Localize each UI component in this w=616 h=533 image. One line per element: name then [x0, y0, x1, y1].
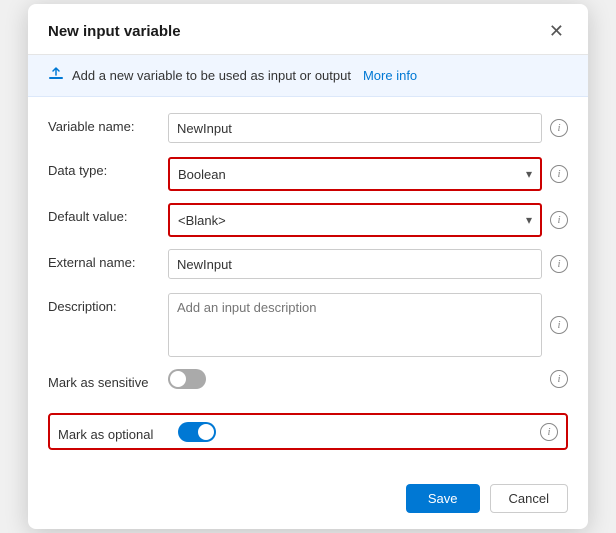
description-control: i [168, 293, 568, 357]
cancel-button[interactable]: Cancel [490, 484, 568, 513]
data-type-select-wrapper: Boolean Text Integer Float DateTime List… [168, 157, 542, 191]
data-type-control: Boolean Text Integer Float DateTime List… [168, 157, 568, 191]
mark-sensitive-toggle[interactable] [168, 369, 206, 389]
mark-sensitive-info-icon: i [550, 370, 568, 388]
info-banner: Add a new variable to be used as input o… [28, 55, 588, 97]
dialog-title: New input variable [48, 23, 181, 40]
external-name-info-icon: i [550, 255, 568, 273]
default-value-label: Default value: [48, 203, 168, 224]
default-value-control: <Blank> True False ▾ i [168, 203, 568, 237]
mark-optional-info-icon: i [540, 423, 558, 441]
default-value-info-icon: i [550, 211, 568, 229]
dialog-footer: Save Cancel [28, 474, 588, 529]
external-name-control: i [168, 249, 568, 279]
external-name-label: External name: [48, 249, 168, 270]
data-type-label: Data type: [48, 157, 168, 178]
description-row: Description: i [48, 293, 568, 357]
dialog-header: New input variable ✕ [28, 4, 588, 55]
external-name-row: External name: i [48, 249, 568, 281]
mark-sensitive-row: Mark as sensitive i [48, 369, 568, 401]
mark-optional-control: i [178, 422, 558, 442]
description-label: Description: [48, 293, 168, 314]
external-name-input[interactable] [168, 249, 542, 279]
dialog-body: Variable name: i Data type: Boolean Text… [28, 97, 588, 474]
description-textarea[interactable] [168, 293, 542, 357]
mark-optional-row: Mark as optional i [48, 413, 568, 450]
mark-optional-toggle[interactable] [178, 422, 216, 442]
optional-toggle-thumb [198, 424, 214, 440]
variable-name-label: Variable name: [48, 113, 168, 134]
toggle-thumb [170, 371, 186, 387]
variable-name-info-icon: i [550, 119, 568, 137]
mark-sensitive-control: i [168, 369, 568, 389]
default-value-select-wrapper: <Blank> True False ▾ [168, 203, 542, 237]
more-info-link[interactable]: More info [363, 68, 417, 83]
variable-name-row: Variable name: i [48, 113, 568, 145]
new-input-variable-dialog: New input variable ✕ Add a new variable … [28, 4, 588, 529]
default-value-select[interactable]: <Blank> True False [170, 205, 540, 235]
description-info-icon: i [550, 316, 568, 334]
default-value-row: Default value: <Blank> True False ▾ i [48, 203, 568, 237]
mark-sensitive-label: Mark as sensitive [48, 369, 168, 390]
mark-optional-label: Mark as optional [58, 421, 178, 442]
save-button[interactable]: Save [406, 484, 480, 513]
data-type-row: Data type: Boolean Text Integer Float Da… [48, 157, 568, 191]
mark-optional-inner: Mark as optional i [58, 421, 558, 442]
data-type-info-icon: i [550, 165, 568, 183]
variable-name-control: i [168, 113, 568, 143]
variable-name-input[interactable] [168, 113, 542, 143]
upload-icon [48, 65, 64, 86]
banner-text: Add a new variable to be used as input o… [72, 68, 351, 83]
data-type-select[interactable]: Boolean Text Integer Float DateTime List… [170, 159, 540, 189]
close-button[interactable]: ✕ [545, 20, 568, 42]
